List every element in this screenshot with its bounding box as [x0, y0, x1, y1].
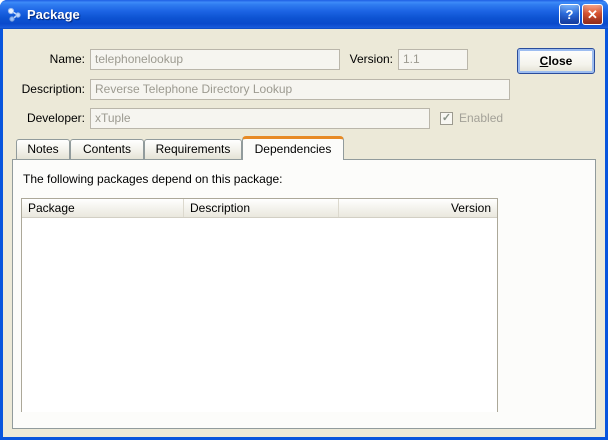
- titlebar[interactable]: Package ? ✕: [0, 0, 608, 29]
- column-header-version[interactable]: Version: [339, 199, 497, 217]
- version-label: Version:: [349, 52, 393, 66]
- dialog-body: Name: telephonelookup Version: 1.1 Close…: [3, 29, 605, 437]
- dependencies-table[interactable]: Package Description Version: [21, 198, 498, 412]
- column-header-package[interactable]: Package: [22, 199, 184, 217]
- version-field: 1.1: [398, 49, 468, 70]
- close-icon: ✕: [587, 6, 598, 22]
- table-header: Package Description Version: [22, 199, 497, 218]
- close-window-button[interactable]: ✕: [582, 4, 603, 25]
- developer-label: Developer:: [26, 111, 85, 125]
- tab-requirements[interactable]: Requirements: [144, 139, 242, 159]
- table-body: [22, 218, 497, 412]
- check-icon: ✓: [441, 112, 452, 124]
- package-icon: [7, 7, 23, 23]
- question-icon: ?: [565, 7, 574, 22]
- help-button[interactable]: ?: [559, 4, 580, 25]
- name-field: telephonelookup: [90, 49, 340, 70]
- enabled-checkbox: ✓: [440, 112, 453, 125]
- tab-notes[interactable]: Notes: [16, 139, 70, 159]
- close-button[interactable]: Close: [517, 48, 595, 74]
- name-label: Name:: [49, 52, 85, 66]
- dependencies-caption: The following packages depend on this pa…: [23, 172, 283, 186]
- enabled-label: Enabled: [459, 111, 504, 125]
- tab-dependencies[interactable]: Dependencies: [242, 136, 344, 160]
- dependencies-tab-panel: The following packages depend on this pa…: [12, 159, 596, 429]
- package-window: Package ? ✕ Name: telephonelookup Versio…: [0, 0, 608, 440]
- column-header-description[interactable]: Description: [184, 199, 339, 217]
- description-field: Reverse Telephone Directory Lookup: [90, 79, 510, 100]
- window-title: Package: [27, 7, 80, 22]
- developer-field: xTuple: [90, 108, 430, 129]
- tab-contents[interactable]: Contents: [70, 139, 144, 159]
- description-label: Description:: [21, 82, 85, 96]
